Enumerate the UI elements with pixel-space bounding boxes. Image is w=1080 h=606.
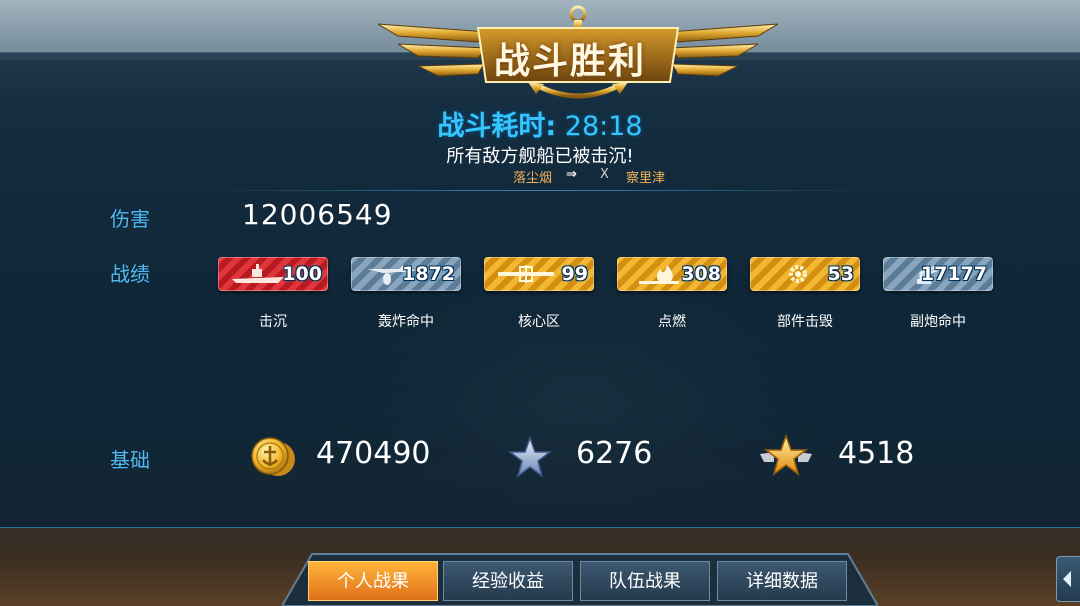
medal-sink-label: 击沉	[259, 314, 287, 330]
record-label: 战绩	[110, 262, 150, 286]
medal-secondary-hit-value: 17177	[920, 263, 987, 285]
chevron-left-icon	[1063, 571, 1071, 587]
battle-duration: 战斗耗时: 28:18	[340, 104, 740, 143]
rank-exp-value: 4518	[838, 436, 915, 471]
ally-ship-name: 落尘烟	[513, 171, 553, 186]
damage-value: 12006549	[242, 198, 393, 231]
medal-component-destroy[interactable]: 53	[750, 257, 860, 293]
sink-record: 落尘烟 ⇒ X 察里津	[500, 167, 700, 186]
basic-label: 基础	[110, 448, 150, 472]
header-divider	[200, 190, 880, 191]
medal-component-destroy-value: 53	[827, 263, 854, 285]
gear-destroy-icon	[789, 265, 807, 283]
exp-star-icon	[507, 435, 553, 478]
medal-citadel-value: 99	[561, 263, 588, 285]
medal-fire-label: 点燃	[658, 314, 686, 330]
battle-result-screen: 战斗胜利 战斗耗时: 28:18 所有敌方舰船已被击沉! 落尘烟 ⇒ X 察里津…	[0, 0, 1080, 606]
gold-coin-icon	[251, 437, 295, 476]
coins-value: 470490	[316, 436, 431, 471]
tab-personal-results[interactable]: 个人战果	[308, 561, 438, 601]
medal-secondary-hit[interactable]: 17177	[883, 257, 993, 293]
rank-star-icon	[760, 433, 812, 476]
medal-citadel[interactable]: 99	[484, 257, 594, 293]
medal-bomb-hit-label: 轰炸命中	[378, 314, 434, 330]
side-expand-button[interactable]	[1056, 556, 1080, 602]
citadel-hit-icon	[498, 265, 554, 283]
medal-sink-value: 100	[282, 263, 322, 285]
battle-duration-label: 战斗耗时:	[437, 111, 557, 142]
cross-icon: X	[600, 167, 609, 182]
medal-component-destroy-label: 部件击毁	[777, 314, 833, 330]
medal-fire-value: 308	[681, 263, 721, 285]
medal-citadel-label: 核心区	[518, 314, 560, 330]
medal-fire[interactable]: 308	[617, 257, 727, 293]
victory-title: 战斗胜利	[493, 41, 646, 82]
battle-duration-value: 28:18	[564, 111, 643, 142]
medal-bomb-hit-value: 1872	[402, 263, 455, 285]
arrow-icon: ⇒	[566, 167, 577, 182]
tab-detail-data[interactable]: 详细数据	[717, 561, 847, 601]
tab-exp-gain[interactable]: 经验收益	[443, 561, 573, 601]
enemy-ship-name: 察里津	[626, 171, 666, 186]
exp-value: 6276	[576, 436, 653, 471]
damage-label: 伤害	[110, 207, 150, 231]
battle-result-text: 所有敌方舰船已被击沉!	[446, 146, 634, 167]
medal-sink[interactable]: 100	[218, 257, 328, 293]
tab-team-results[interactable]: 队伍战果	[580, 561, 710, 601]
medal-secondary-hit-label: 副炮命中	[910, 314, 966, 330]
medal-bomb-hit[interactable]: 1872	[351, 257, 461, 293]
